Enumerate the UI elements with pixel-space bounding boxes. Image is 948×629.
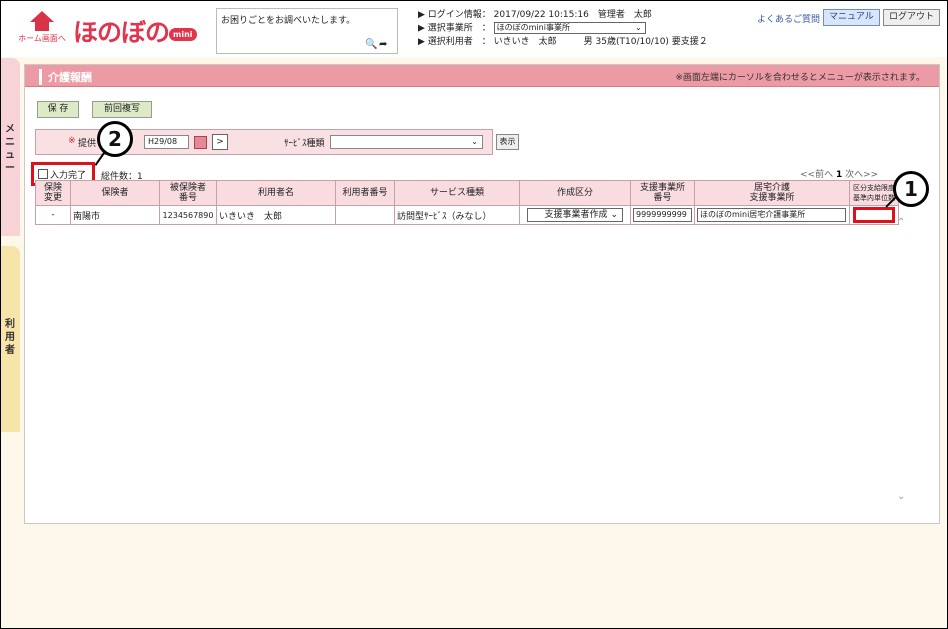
- office-select[interactable]: ほのぼのmini事業所 ⌄: [493, 22, 646, 34]
- help-search-box[interactable]: お困りごとをお調べいたします。 🔍 ➦: [216, 8, 398, 54]
- header-insurer: 保険者: [70, 180, 160, 206]
- support-office-input[interactable]: ほのぼのmini居宅介護事業所: [697, 208, 846, 222]
- chevron-down-icon: ⌄: [471, 137, 478, 146]
- page-title: 介護報酬: [39, 69, 92, 85]
- menu-hint: ※画面左端にカーソルを合わせるとメニューが表示されます。: [675, 73, 925, 83]
- chevron-down-icon: ⌄: [610, 210, 618, 220]
- header-creation-type: 作成区分: [519, 180, 631, 206]
- required-mark: ※: [68, 136, 76, 146]
- scroll-up-icon[interactable]: ⌃: [897, 217, 905, 228]
- input-complete-checkbox[interactable]: [38, 169, 48, 179]
- header-service-type: サービス種類: [394, 180, 520, 206]
- header-user-number: 利用者番号: [335, 180, 395, 206]
- scrollbar[interactable]: ⌃ ⌄: [896, 217, 908, 502]
- calendar-icon[interactable]: [194, 136, 207, 149]
- cell-user-number: [335, 205, 395, 225]
- app-header: ホーム画面へ ほのぼの mini お困りごとをお調べいたします。 🔍 ➦ ▶ ログ…: [1, 1, 947, 57]
- session-info: ▶ ログイン情報： 2017/09/22 10:15:16 管理者 太郎 ▶ 選…: [418, 10, 708, 47]
- faq-link[interactable]: よくあるご質問: [757, 12, 820, 25]
- reward-table: 保険 変更 保険者 被保険者 番号 利用者名 利用者番号 サービス種類 作成区分…: [35, 180, 899, 225]
- table-row: - 南陽市 1234567890 いきいき 太郎 訪問型ｻｰﾋﾞｽ（みなし） 支…: [35, 205, 899, 225]
- pager-current: 1: [835, 170, 843, 180]
- app-logo: ほのぼの mini: [73, 13, 197, 49]
- side-user-label: 利用者: [5, 319, 15, 356]
- pager-next[interactable]: 次へ>>: [845, 170, 878, 180]
- service-type-select[interactable]: ⌄: [330, 135, 483, 149]
- header-insurance-change: 保険 変更: [35, 180, 71, 206]
- main-panel: 介護報酬 ※画面左端にカーソルを合わせるとメニューが表示されます。 保 存 前回…: [24, 64, 940, 524]
- provide-month-input[interactable]: H29/08: [144, 135, 189, 149]
- header-support-office: 居宅介護 支援事業所: [694, 180, 850, 206]
- cell-insured-number: 1234567890: [159, 205, 217, 225]
- save-button[interactable]: 保 存: [37, 101, 79, 118]
- side-menu-tab[interactable]: メニュー: [1, 58, 20, 236]
- help-search-text: お困りごとをお調べいたします。: [221, 16, 356, 26]
- cell-support-office-number: 9999999999: [630, 205, 695, 225]
- chevron-down-icon: ⌄: [634, 23, 642, 32]
- cell-limit-units: [849, 205, 899, 225]
- home-label: ホーム画面へ: [18, 34, 66, 43]
- support-office-number-input[interactable]: 9999999999: [633, 208, 692, 222]
- header-user-name: 利用者名: [216, 180, 336, 206]
- creation-type-select[interactable]: 支援事業者作成 ⌄: [527, 208, 623, 222]
- callout-one: 1: [893, 171, 929, 207]
- cell-insurer: 南陽市: [70, 205, 160, 225]
- cell-insurance-change: -: [35, 205, 71, 225]
- copy-previous-button[interactable]: 前回複写: [92, 101, 152, 118]
- limit-units-input[interactable]: [853, 207, 895, 223]
- cell-creation-type: 支援事業者作成 ⌄: [519, 205, 631, 225]
- pager: <<前へ 1 次へ>>: [800, 167, 878, 180]
- provide-month-label: 提供: [78, 139, 97, 149]
- search-icon[interactable]: 🔍: [365, 39, 377, 50]
- house-icon: [30, 11, 54, 22]
- pager-prev[interactable]: <<前へ: [800, 170, 833, 180]
- cell-service-type: 訪問型ｻｰﾋﾞｽ（みなし）: [394, 205, 520, 225]
- title-bar: 介護報酬 ※画面左端にカーソルを合わせるとメニューが表示されます。: [25, 65, 939, 87]
- redo-arrow-icon[interactable]: ➦: [379, 39, 387, 50]
- logout-button[interactable]: ログアウト: [883, 9, 941, 26]
- next-month-button[interactable]: >: [212, 134, 228, 150]
- header-support-office-number: 支援事業所 番号: [630, 180, 695, 206]
- manual-button[interactable]: マニュアル: [823, 9, 880, 26]
- side-user-tab[interactable]: 利用者: [1, 246, 20, 432]
- header-insured-number: 被保険者 番号: [159, 180, 217, 206]
- cell-user-name: いきいき 太郎: [216, 205, 336, 225]
- show-button[interactable]: 表示: [496, 134, 519, 150]
- table-header-row: 保険 変更 保険者 被保険者 番号 利用者名 利用者番号 サービス種類 作成区分…: [35, 180, 899, 206]
- side-menu-label: メニュー: [5, 124, 15, 174]
- cell-support-office: ほのぼのmini居宅介護事業所: [694, 205, 850, 225]
- home-button[interactable]: ホーム画面へ: [17, 11, 67, 51]
- service-type-label: ｻｰﾋﾞｽ種類: [284, 139, 325, 149]
- scroll-down-icon[interactable]: ⌄: [897, 491, 905, 502]
